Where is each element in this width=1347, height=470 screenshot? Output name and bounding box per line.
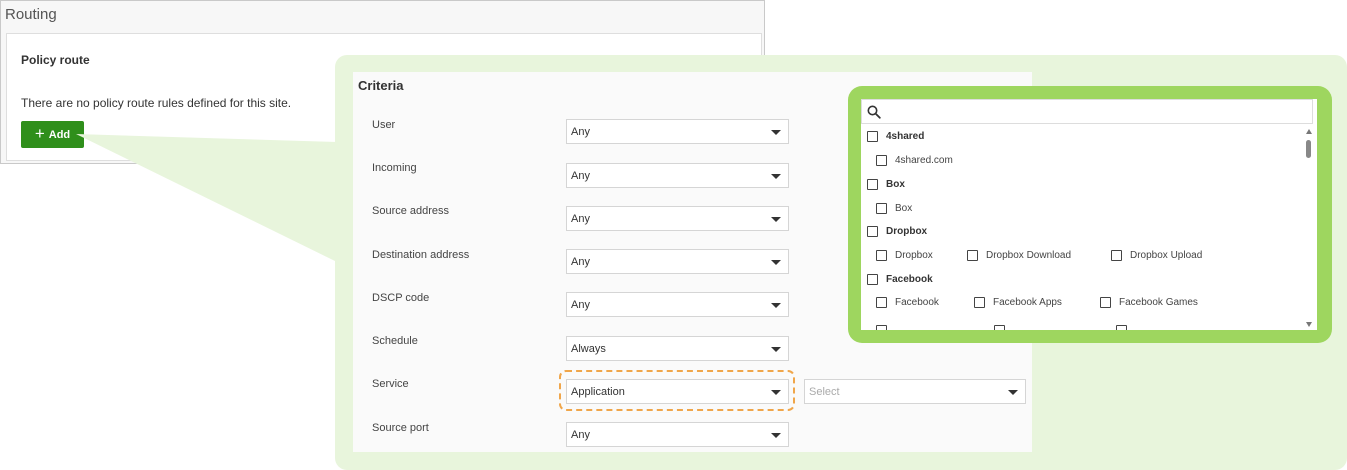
service-label: Service (372, 378, 409, 390)
group-label: Dropbox (886, 226, 928, 237)
group-checkbox-4shared[interactable]: 4shared (867, 131, 924, 142)
chevron-down-icon (771, 347, 781, 352)
item-label: Dropbox (895, 250, 933, 261)
search-input[interactable] (861, 99, 1313, 124)
checkbox-icon (867, 179, 878, 190)
checkbox-icon (1111, 250, 1122, 261)
checkbox-icon (876, 325, 887, 330)
item-checkbox[interactable]: 4shared.com (876, 155, 953, 166)
scrollbar[interactable] (1305, 129, 1313, 327)
item-label: Facebook (895, 297, 939, 308)
dscp-code-label: DSCP code (372, 292, 430, 304)
item-checkbox-partial[interactable] (994, 325, 1013, 330)
user-select[interactable]: Any (566, 119, 789, 144)
application-select-placeholder: Select (809, 385, 840, 398)
source-address-label: Source address (372, 205, 450, 217)
source-port-value: Any (571, 428, 590, 441)
chevron-down-icon (1008, 390, 1018, 395)
checkbox-icon (867, 226, 878, 237)
item-checkbox[interactable]: Dropbox Download (967, 250, 1071, 261)
user-label: User (372, 119, 396, 131)
item-label: Facebook Games (1119, 297, 1198, 308)
application-list: 4shared 4shared.com Box Box Dropbox Drop… (861, 99, 1317, 330)
schedule-label: Schedule (372, 335, 418, 347)
chevron-down-icon (771, 433, 781, 438)
group-checkbox-box[interactable]: Box (867, 179, 905, 190)
chevron-down-icon (771, 303, 781, 308)
item-checkbox[interactable]: Dropbox (876, 250, 933, 261)
criteria-title: Criteria (358, 78, 404, 93)
dscp-code-select[interactable]: Any (566, 292, 789, 317)
group-label: Box (886, 179, 905, 190)
group-label: 4shared (886, 131, 925, 142)
item-checkbox[interactable]: Facebook Games (1100, 297, 1198, 308)
group-checkbox-dropbox[interactable]: Dropbox (867, 226, 927, 237)
incoming-value: Any (571, 169, 590, 182)
schedule-value: Always (571, 342, 606, 355)
checkbox-icon (867, 274, 878, 285)
item-checkbox[interactable]: Facebook Apps (974, 297, 1062, 308)
source-address-value: Any (571, 212, 590, 225)
item-checkbox[interactable]: Dropbox Upload (1111, 250, 1202, 261)
scroll-thumb[interactable] (1306, 140, 1311, 158)
chevron-down-icon (771, 217, 781, 222)
checkbox-icon (974, 297, 985, 308)
checkbox-icon (876, 297, 887, 308)
item-checkbox-partial[interactable] (1116, 325, 1135, 330)
source-port-select[interactable]: Any (566, 422, 789, 447)
incoming-label: Incoming (372, 162, 417, 174)
checkbox-icon (876, 155, 887, 166)
application-select[interactable]: Select (804, 379, 1026, 404)
plus-icon: + (34, 124, 45, 143)
destination-address-label: Destination address (372, 249, 470, 261)
empty-message: There are no policy route rules defined … (21, 96, 292, 110)
checkbox-icon (1100, 297, 1111, 308)
search-icon (867, 105, 881, 119)
scroll-up-icon[interactable] (1306, 129, 1312, 134)
item-label: Dropbox Download (986, 250, 1072, 261)
item-checkbox[interactable]: Facebook (876, 297, 939, 308)
service-highlight (559, 370, 795, 411)
chevron-down-icon (771, 260, 781, 265)
policy-route-title: Policy route (21, 53, 90, 67)
add-button-label: Add (48, 128, 71, 141)
add-button[interactable]: + Add (21, 121, 84, 148)
source-address-select[interactable]: Any (566, 206, 789, 231)
checkbox-icon (867, 131, 878, 142)
source-port-label: Source port (372, 422, 429, 434)
destination-address-select[interactable]: Any (566, 249, 789, 274)
incoming-select[interactable]: Any (566, 163, 789, 188)
scroll-down-icon[interactable] (1306, 322, 1312, 327)
item-label: Dropbox Upload (1130, 250, 1203, 261)
group-label: Facebook (886, 274, 933, 285)
chevron-down-icon (771, 174, 781, 179)
item-checkbox[interactable]: Box (876, 203, 912, 214)
dscp-code-value: Any (571, 298, 590, 311)
item-label: 4shared.com (895, 155, 953, 166)
checkbox-icon (1116, 325, 1127, 330)
checkbox-icon (876, 250, 887, 261)
checkbox-icon (967, 250, 978, 261)
checkbox-icon (994, 325, 1005, 330)
item-label: Facebook Apps (993, 297, 1062, 308)
destination-address-value: Any (571, 255, 590, 268)
item-checkbox-partial[interactable] (876, 325, 895, 330)
item-label: Box (895, 203, 913, 214)
user-value: Any (571, 125, 590, 138)
group-checkbox-facebook[interactable]: Facebook (867, 274, 933, 285)
checkbox-icon (876, 203, 887, 214)
schedule-select[interactable]: Always (566, 336, 789, 361)
routing-title: Routing (5, 6, 57, 23)
chevron-down-icon (771, 130, 781, 135)
